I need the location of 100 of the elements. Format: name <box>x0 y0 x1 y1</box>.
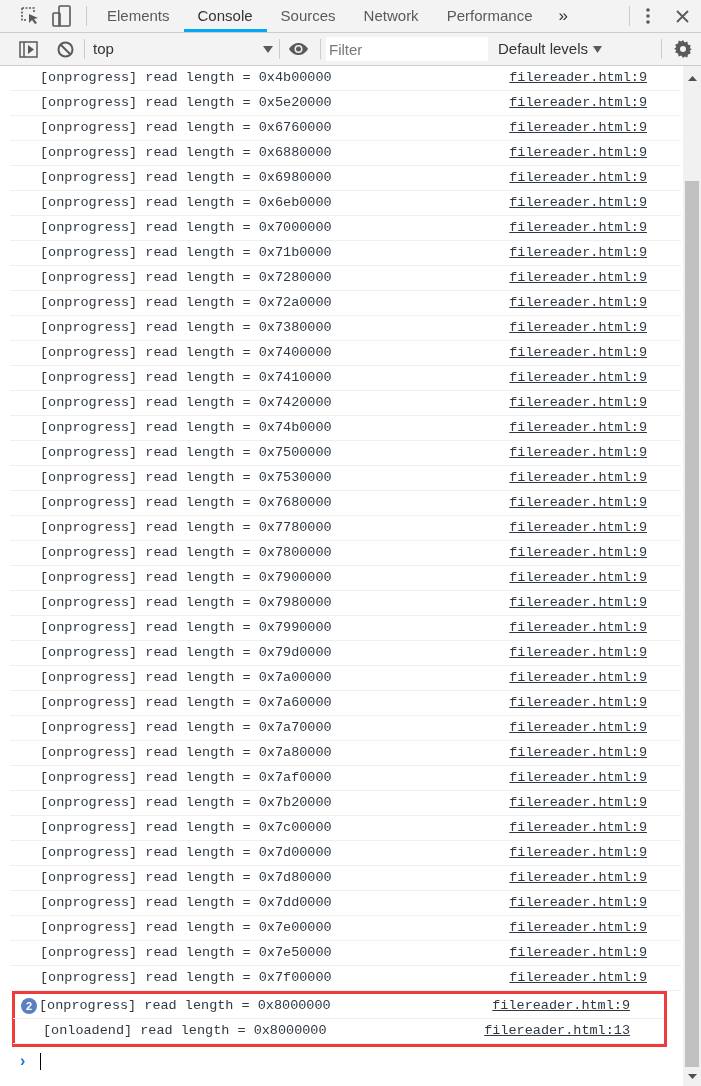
panel-tab[interactable]: Elements <box>93 0 184 32</box>
source-link[interactable]: filereader.html:9 <box>492 995 630 1017</box>
log-message: [onprogress] read length = 0x7af0000 <box>40 768 332 787</box>
log-message: [onprogress] read length = 0x7a60000 <box>40 693 332 712</box>
log-message: [onprogress] read length = 0x7280000 <box>40 268 332 287</box>
scrollbar[interactable] <box>683 66 701 1086</box>
log-message: [onprogress] read length = 0x7f00000 <box>40 968 332 987</box>
source-link[interactable]: filereader.html:9 <box>509 742 647 764</box>
log-message: [onprogress] read length = 0x79d0000 <box>40 643 332 662</box>
source-link[interactable]: filereader.html:9 <box>509 942 647 964</box>
log-message: [onprogress] read length = 0x72a0000 <box>40 293 332 312</box>
log-message: [onprogress] read length = 0x5e20000 <box>40 93 332 112</box>
source-link[interactable]: filereader.html:9 <box>509 767 647 789</box>
prompt-icon: › <box>20 1049 34 1073</box>
source-link[interactable]: filereader.html:9 <box>509 717 647 739</box>
log-message: [onprogress] read length = 0x7900000 <box>40 568 332 587</box>
source-link[interactable]: filereader.html:9 <box>509 867 647 889</box>
device-toolbar-icon[interactable] <box>52 5 72 27</box>
log-message: [onprogress] read length = 0x7dd0000 <box>40 893 332 912</box>
source-link[interactable]: filereader.html:9 <box>509 217 647 239</box>
source-link[interactable]: filereader.html:9 <box>509 917 647 939</box>
log-message: [onprogress] read length = 0x7e00000 <box>40 918 332 937</box>
source-link[interactable]: filereader.html:9 <box>509 192 647 214</box>
log-message: [onprogress] read length = 0x7400000 <box>40 343 332 362</box>
panel-tab[interactable]: Sources <box>266 0 350 32</box>
log-message: [onprogress] read length = 0x7410000 <box>40 368 332 387</box>
source-link[interactable]: filereader.html:9 <box>509 392 647 414</box>
log-message: [onprogress] read length = 0x6980000 <box>40 168 332 187</box>
log-message: [onprogress] read length = 0x7420000 <box>40 393 332 412</box>
source-link[interactable]: filereader.html:9 <box>509 67 647 89</box>
log-message: [onloadend] read length = 0x8000000 <box>43 1021 327 1040</box>
levels-dropdown[interactable]: Default levels <box>498 37 603 61</box>
caret-icon <box>263 45 273 53</box>
log-message: [onprogress] read length = 0x7b20000 <box>40 793 332 812</box>
more-options-icon[interactable] <box>646 8 650 24</box>
panel-tab[interactable]: Network <box>349 0 433 32</box>
log-message: [onprogress] read length = 0x7d00000 <box>40 843 332 862</box>
source-link[interactable]: filereader.html:9 <box>509 792 647 814</box>
scrollbar-thumb[interactable] <box>685 181 699 1067</box>
log-message: [onprogress] read length = 0x8000000 <box>39 996 331 1015</box>
caret-icon <box>593 45 603 53</box>
log-message: [onprogress] read length = 0x7c00000 <box>40 818 332 837</box>
inspect-icon[interactable] <box>20 6 40 26</box>
log-message: [onprogress] read length = 0x7e50000 <box>40 943 332 962</box>
log-message: [onprogress] read length = 0x7980000 <box>40 593 332 612</box>
source-link[interactable]: filereader.html:9 <box>509 142 647 164</box>
log-message: [onprogress] read length = 0x7800000 <box>40 543 332 562</box>
source-link[interactable]: filereader.html:9 <box>509 567 647 589</box>
source-link[interactable]: filereader.html:9 <box>509 617 647 639</box>
log-message: [onprogress] read length = 0x6760000 <box>40 118 332 137</box>
panel-tab[interactable]: Performance <box>432 0 547 32</box>
log-message: [onprogress] read length = 0x7380000 <box>40 318 332 337</box>
source-link[interactable]: filereader.html:9 <box>509 292 647 314</box>
source-link[interactable]: filereader.html:9 <box>509 317 647 339</box>
source-link[interactable]: filereader.html:9 <box>509 417 647 439</box>
source-link[interactable]: filereader.html:9 <box>509 542 647 564</box>
source-link[interactable]: filereader.html:9 <box>509 592 647 614</box>
log-message: [onprogress] read length = 0x6eb0000 <box>40 193 332 212</box>
log-message: [onprogress] read length = 0x7a70000 <box>40 718 332 737</box>
source-link[interactable]: filereader.html:9 <box>509 117 647 139</box>
source-link[interactable]: filereader.html:9 <box>509 442 647 464</box>
log-message: [onprogress] read length = 0x7680000 <box>40 493 332 512</box>
sidebar-toggle-icon[interactable] <box>19 40 38 58</box>
source-link[interactable]: filereader.html:9 <box>509 842 647 864</box>
source-link[interactable]: filereader.html:9 <box>509 467 647 489</box>
source-link[interactable]: filereader.html:9 <box>509 492 647 514</box>
source-link[interactable]: filereader.html:9 <box>509 167 647 189</box>
source-link[interactable]: filereader.html:9 <box>509 692 647 714</box>
scroll-up-icon[interactable] <box>687 76 697 81</box>
eye-icon[interactable] <box>288 42 309 56</box>
log-message: [onprogress] read length = 0x7a80000 <box>40 743 332 762</box>
clear-console-icon[interactable] <box>57 40 74 58</box>
source-link[interactable]: filereader.html:9 <box>509 667 647 689</box>
source-link[interactable]: filereader.html:13 <box>484 1020 630 1042</box>
filter-field[interactable]: Filter <box>326 37 488 61</box>
log-message: [onprogress] read length = 0x71b0000 <box>40 243 332 262</box>
source-link[interactable]: filereader.html:9 <box>509 517 647 539</box>
log-message: [onprogress] read length = 0x7a00000 <box>40 668 332 687</box>
close-icon[interactable] <box>676 9 689 23</box>
more-tabs-button[interactable]: » <box>558 3 568 29</box>
log-message: [onprogress] read length = 0x74b0000 <box>40 418 332 437</box>
log-message: [onprogress] read length = 0x4b00000 <box>40 68 332 87</box>
log-message: [onprogress] read length = 0x6880000 <box>40 143 332 162</box>
log-message: [onprogress] read length = 0x7000000 <box>40 218 332 237</box>
source-link[interactable]: filereader.html:9 <box>509 892 647 914</box>
log-message: [onprogress] read length = 0x7780000 <box>40 518 332 537</box>
source-link[interactable]: filereader.html:9 <box>509 267 647 289</box>
log-message: [onprogress] read length = 0x7d80000 <box>40 868 332 887</box>
source-link[interactable]: filereader.html:9 <box>509 342 647 364</box>
source-link[interactable]: filereader.html:9 <box>509 242 647 264</box>
source-link[interactable]: filereader.html:9 <box>509 967 647 989</box>
settings-icon[interactable] <box>674 40 692 58</box>
source-link[interactable]: filereader.html:9 <box>509 367 647 389</box>
log-message: [onprogress] read length = 0x7530000 <box>40 468 332 487</box>
source-link[interactable]: filereader.html:9 <box>509 817 647 839</box>
scroll-down-icon[interactable] <box>687 1074 697 1079</box>
log-message: [onprogress] read length = 0x7990000 <box>40 618 332 637</box>
source-link[interactable]: filereader.html:9 <box>509 92 647 114</box>
source-link[interactable]: filereader.html:9 <box>509 642 647 664</box>
context-selector[interactable]: top <box>93 37 273 61</box>
